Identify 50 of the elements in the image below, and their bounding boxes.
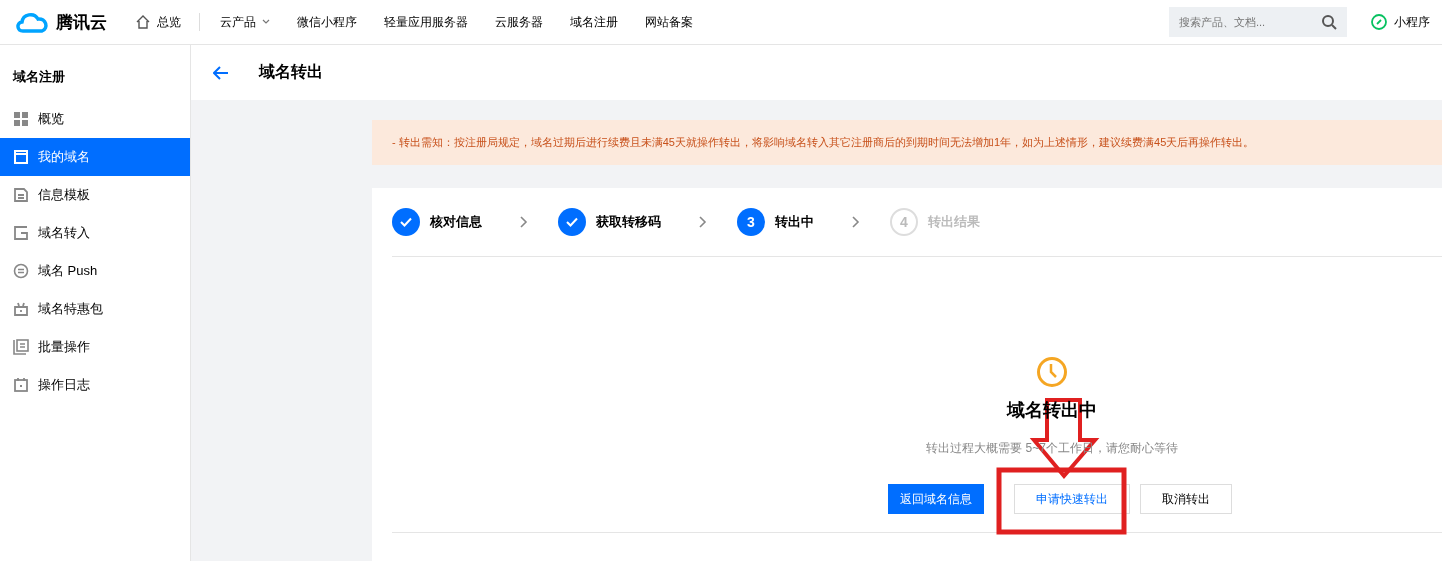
sidebar-item[interactable]: 操作日志 — [0, 366, 190, 404]
sidebar-item[interactable]: 信息模板 — [0, 176, 190, 214]
clock-icon — [1036, 356, 1068, 388]
nav-link[interactable]: 轻量应用服务器 — [384, 13, 468, 31]
nav-link[interactable]: 微信小程序 — [297, 13, 357, 31]
caret-icon — [262, 19, 270, 25]
document-icon — [13, 187, 29, 203]
step-label: 核对信息 — [430, 213, 482, 231]
home-icon — [135, 14, 151, 30]
step-number: 3 — [737, 208, 765, 236]
link-icon — [1371, 14, 1387, 30]
sidebar-item[interactable]: 域名转入 — [0, 214, 190, 252]
step-label: 转出中 — [775, 213, 814, 231]
brand-name: 腾讯云 — [56, 11, 107, 34]
mini-program-link[interactable]: 小程序 — [1371, 13, 1430, 31]
search-icon — [1321, 14, 1337, 30]
chevron-icon — [852, 216, 860, 228]
action-button[interactable]: 取消转出 — [1140, 484, 1232, 514]
nav-link[interactable]: 云服务器 — [495, 13, 543, 31]
sidebar-item[interactable]: 我的域名 — [0, 138, 190, 176]
tray-icon — [13, 225, 29, 241]
check-icon — [558, 208, 586, 236]
nav-link[interactable]: 网站备案 — [645, 13, 693, 31]
notice-text: - 转出需知：按注册局规定，域名过期后进行续费且未满45天就操作转出，将影响域名转入其它注册商后的到期时间无法增加1年，如为上述情形，建议续费满45天后再操作转出。 — [392, 135, 1255, 150]
sidebar-item[interactable]: 概览 — [0, 100, 190, 138]
sidebar-item[interactable]: 域名 Push — [0, 252, 190, 290]
grid-icon — [13, 111, 29, 127]
search-field[interactable]: 搜索产品、文档... — [1169, 7, 1347, 37]
page-title: 域名转出 — [259, 62, 323, 82]
chevron-icon — [520, 216, 528, 228]
action-button[interactable]: 返回域名信息 — [888, 484, 984, 514]
step-number: 4 — [890, 208, 918, 236]
nav-link[interactable]: 域名注册 — [570, 13, 618, 31]
window-icon — [13, 149, 29, 165]
gift-icon — [13, 301, 29, 317]
sidebar-item[interactable]: 域名特惠包 — [0, 290, 190, 328]
sidebar-title: 域名注册 — [11, 68, 66, 86]
sidebar-item[interactable]: 批量操作 — [0, 328, 190, 366]
back-arrow-icon[interactable] — [213, 65, 229, 80]
step-label: 获取转移码 — [596, 213, 661, 231]
check-icon — [392, 208, 420, 236]
overview-link[interactable]: 总览 — [135, 13, 181, 31]
step-label: 转出结果 — [928, 213, 980, 231]
calendar-icon — [13, 377, 29, 393]
circle-icon — [13, 263, 29, 279]
action-button[interactable]: 申请快速转出 — [1014, 484, 1130, 514]
products-menu[interactable]: 云产品 — [220, 13, 270, 31]
chevron-icon — [699, 216, 707, 228]
copy-icon — [13, 339, 29, 355]
cloud-logo-icon — [14, 11, 50, 33]
